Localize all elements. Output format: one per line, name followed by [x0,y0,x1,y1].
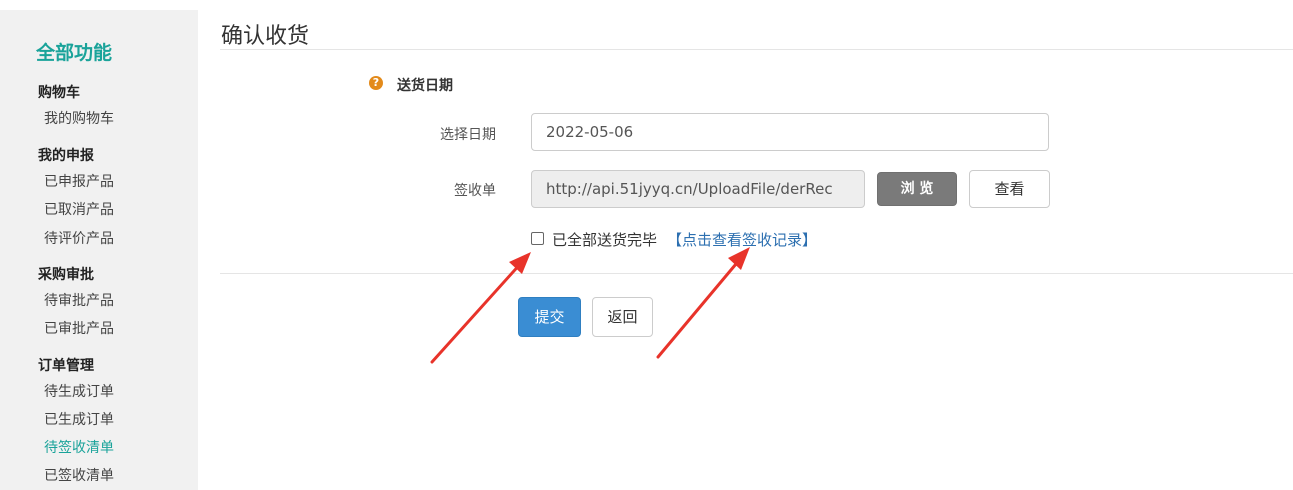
date-label: 选择日期 [440,127,496,143]
view-receipt-records-link[interactable]: 【点击查看签收记录】 [667,229,817,250]
sidebar-item-generated-orders[interactable]: 已生成订单 [44,409,114,429]
question-circle-icon: ? [369,76,383,90]
sidebar-section-my-declarations: 我的申报 [38,148,94,164]
sidebar-item-pending-orders[interactable]: 待生成订单 [44,381,114,401]
sidebar: 全部功能 购物车 我的购物车 我的申报 已申报产品 已取消产品 待评价产品 采购… [0,10,198,490]
arrow-to-checkbox [430,252,531,364]
delivery-complete-label: 已全部送货完毕 [552,231,658,249]
back-button[interactable]: 返回 [592,297,653,337]
sidebar-item-pending-approval-products[interactable]: 待审批产品 [44,290,114,310]
receipt-label: 签收单 [454,183,496,199]
browse-button[interactable]: 浏 览 [877,172,957,206]
sidebar-item-pending-receipt-list[interactable]: 待签收清单 [44,437,114,457]
submit-button[interactable]: 提交 [518,297,581,337]
sidebar-item-declared-products[interactable]: 已申报产品 [44,171,114,191]
section-title: 送货日期 [397,78,453,94]
sidebar-item-my-cart[interactable]: 我的购物车 [44,108,114,128]
sidebar-item-received-list[interactable]: 已签收清单 [44,465,114,485]
sidebar-section-purchase-approval: 采购审批 [38,267,94,283]
page-title: 确认收货 [221,24,310,49]
sidebar-heading: 全部功能 [36,42,113,64]
title-divider [220,49,1293,50]
receipt-url-field[interactable]: http://api.51jyyq.cn/UploadFile/derRec [531,170,865,208]
sidebar-section-order-management: 订单管理 [38,358,94,374]
sidebar-section-cart: 购物车 [38,85,80,101]
form-divider [220,273,1293,274]
date-input[interactable]: 2022-05-06 [531,113,1049,151]
sidebar-item-approved-products[interactable]: 已审批产品 [44,318,114,338]
view-button[interactable]: 查看 [969,170,1050,208]
delivery-complete-checkbox[interactable] [531,232,544,245]
sidebar-item-cancelled-products[interactable]: 已取消产品 [44,199,114,219]
arrow-to-link [656,247,750,359]
sidebar-item-pending-review-products[interactable]: 待评价产品 [44,228,114,248]
